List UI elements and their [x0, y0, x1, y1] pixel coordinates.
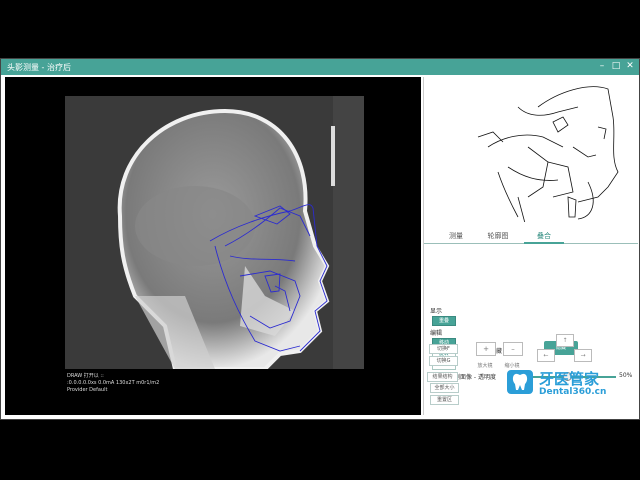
watermark-brand: 牙医管家 [539, 370, 600, 388]
tab-contour[interactable]: 轮廓图 [478, 231, 518, 241]
zoom-in-button[interactable]: + [476, 342, 496, 356]
xray-info: DRAW 打开以 :: :0.0.0.0.0xs 0.0mA 130x2T m0… [67, 373, 159, 394]
result-structure-button[interactable]: 结果结构 [427, 372, 458, 382]
xray-info-line3: Provider Default [67, 387, 108, 393]
zoom-out-button[interactable]: – [503, 342, 523, 356]
xray-info-line1: DRAW 打开以 :: [67, 373, 104, 379]
maximize-button[interactable]: □ [609, 60, 623, 72]
xray-info-line2: :0.0.0.0.0xs 0.0mA 130x2T m0r1/m2 [67, 380, 160, 386]
close-button[interactable]: ✕ [623, 60, 637, 72]
reset-button[interactable]: 重置区 [430, 395, 459, 405]
opacity-value: 50% [619, 372, 633, 379]
minimize-button[interactable]: – [595, 60, 609, 72]
watermark-url: Dental360.cn [539, 387, 607, 397]
arrow-up-button[interactable]: ↑ [556, 334, 574, 347]
tab-bar: 测量 轮廓图 叠合 [424, 229, 638, 244]
image-viewer[interactable]: DRAW 打开以 :: :0.0.0.0.0xs 0.0mA 130x2T m0… [5, 77, 421, 415]
tab-measure[interactable]: 测量 [436, 231, 476, 241]
xray-image [65, 96, 364, 369]
tab-overlay[interactable]: 叠合 [524, 231, 564, 244]
full-size-button[interactable]: 全部大小 [430, 383, 459, 393]
arrow-left-button[interactable]: ← [537, 349, 555, 362]
overlap-button[interactable]: 重叠 [432, 316, 456, 326]
display-label: 显示 [430, 308, 443, 315]
opacity-label: 侧面像 - 透明度 [454, 374, 496, 381]
tracing-preview [448, 77, 628, 228]
tracing-preview-image [477, 86, 619, 228]
app-window: 头影测量 - 治疗后 – □ ✕ DRAW 打开以:::0.0.0.0.0x… [0, 58, 640, 420]
tooth-icon [507, 370, 533, 394]
cephalometric-xray[interactable] [65, 96, 364, 369]
window-title: 头影测量 - 治疗后 [7, 63, 71, 72]
switch-f-button-2[interactable]: 切换F [429, 344, 458, 354]
switch-g-button[interactable]: 切换G [429, 356, 458, 366]
ruler [331, 126, 335, 186]
title-bar: 头影测量 - 治疗后 – □ ✕ [1, 59, 639, 75]
arrow-right-button[interactable]: → [574, 349, 592, 362]
edit-label: 编辑 [430, 330, 443, 337]
